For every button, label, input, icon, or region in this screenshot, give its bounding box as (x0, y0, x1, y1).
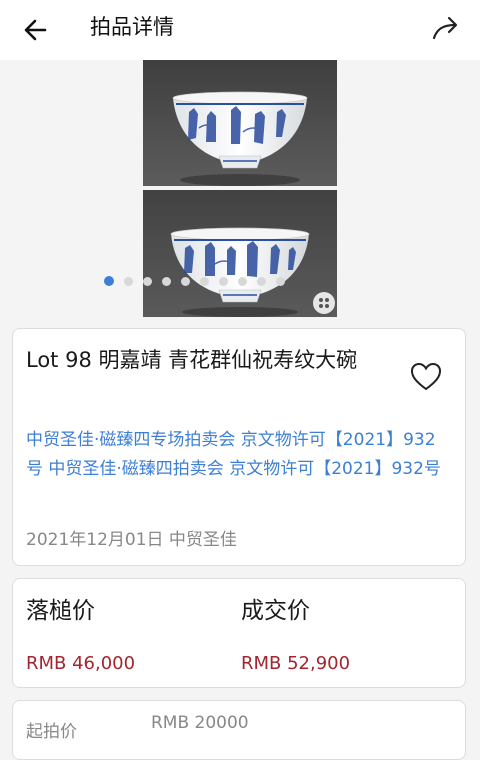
hammer-price-value: RMB 46,000 (26, 653, 136, 674)
lot-title: Lot 98 明嘉靖 青花群仙祝寿纹大碗 (26, 348, 358, 372)
pagination-dot[interactable] (238, 276, 247, 286)
start-price-value: RMB 20000 (151, 713, 249, 733)
share-button[interactable] (428, 10, 464, 46)
back-button[interactable] (18, 12, 54, 48)
start-price-label: 起拍价 (26, 722, 77, 742)
lot-photo-side[interactable] (143, 60, 337, 186)
pagination-dot[interactable] (219, 276, 228, 286)
hammer-price-label: 落槌价 (26, 598, 95, 624)
final-price-value: RMB 52,900 (241, 653, 351, 674)
page-title: 拍品详情 (90, 15, 174, 39)
zoom-button[interactable] (313, 292, 335, 314)
arrow-left-icon (24, 19, 47, 41)
pagination-dot-active[interactable] (104, 276, 114, 286)
price-card: 落槌价 成交价 RMB 46,000 RMB 52,900 (12, 578, 466, 688)
pagination-dot[interactable] (181, 276, 190, 286)
lot-photo-side-2[interactable] (143, 190, 337, 317)
auction-date-source: 2021年12月01日 中贸圣佳 (26, 530, 237, 550)
top-bar: 拍品详情 (0, 0, 480, 61)
pagination-dot[interactable] (276, 276, 285, 286)
pagination-dot[interactable] (162, 276, 171, 286)
expand-icon (319, 298, 329, 308)
share-arrow-icon (432, 16, 458, 40)
pagination-dot[interactable] (143, 276, 152, 286)
pagination-dot[interactable] (257, 276, 266, 286)
heart-outline-icon (410, 362, 442, 391)
pagination-dot[interactable] (200, 276, 209, 286)
image-gallery[interactable] (0, 60, 480, 318)
auction-description-link[interactable]: 中贸圣佳·磁臻四专场拍卖会 京文物许可【2021】932号 中贸圣佳·磁臻四拍卖… (26, 426, 451, 484)
lot-info-card: Lot 98 明嘉靖 青花群仙祝寿纹大碗 中贸圣佳·磁臻四专场拍卖会 京文物许可… (12, 328, 466, 566)
start-price-card: 起拍价 RMB 20000 (12, 700, 466, 760)
gallery-pagination (104, 275, 285, 287)
pagination-dot[interactable] (124, 276, 133, 286)
final-price-label: 成交价 (241, 598, 310, 624)
favorite-button[interactable] (409, 361, 443, 393)
